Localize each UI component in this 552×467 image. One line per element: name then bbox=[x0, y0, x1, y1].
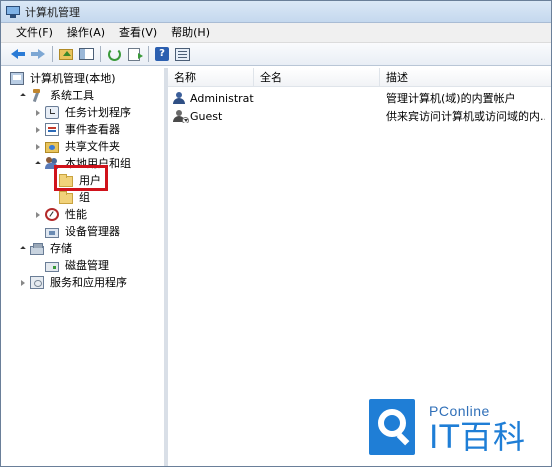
disk-management-icon bbox=[45, 261, 59, 272]
tree-item-storage[interactable]: 存储 bbox=[1, 240, 164, 257]
tree-item-label: 系统工具 bbox=[50, 89, 94, 102]
user-name: Guest bbox=[190, 109, 223, 123]
list-cell-description: 管理计算机(域)的内置帐户 bbox=[386, 92, 516, 105]
title-bar: 计算机管理 bbox=[1, 1, 551, 23]
tree-item-system-tools[interactable]: 系统工具 bbox=[1, 87, 164, 104]
export-list-button[interactable] bbox=[125, 46, 143, 63]
back-button[interactable] bbox=[9, 46, 27, 63]
task-scheduler-icon bbox=[45, 106, 59, 119]
device-manager-icon bbox=[45, 227, 59, 238]
tree-item-label: 磁盘管理 bbox=[65, 259, 109, 272]
forward-arrow-icon bbox=[31, 49, 45, 59]
list-header: 名称 全名 描述 bbox=[168, 67, 551, 87]
properties-icon bbox=[174, 47, 190, 61]
menu-file[interactable]: 文件(F) bbox=[9, 23, 60, 43]
tree-item-label: 事件查看器 bbox=[65, 123, 120, 136]
column-header-name[interactable]: 名称 bbox=[168, 67, 254, 87]
tree-item-label: 设备管理器 bbox=[65, 225, 120, 238]
collapse-arrow-icon[interactable] bbox=[18, 244, 28, 254]
expand-arrow-icon[interactable] bbox=[18, 278, 28, 288]
tree-item-disk-management[interactable]: 磁盘管理 bbox=[1, 257, 164, 274]
toolbar-separator bbox=[100, 46, 101, 62]
tree-item-label: 任务计划程序 bbox=[65, 106, 131, 119]
menu-action[interactable]: 操作(A) bbox=[60, 23, 112, 43]
export-list-icon bbox=[128, 47, 143, 61]
tree-item-label: 服务和应用程序 bbox=[50, 276, 127, 289]
list-cell-name: Administrat... bbox=[168, 91, 254, 105]
list-item[interactable]: Guest 供来宾访问计算机或访问域的内... bbox=[168, 107, 551, 125]
computer-management-window: 计算机管理 文件(F) 操作(A) 查看(V) 帮助(H) ? 计算机管理(本地… bbox=[0, 0, 552, 467]
tree-item-event-viewer[interactable]: 事件查看器 bbox=[1, 121, 164, 138]
refresh-icon bbox=[107, 47, 121, 61]
refresh-button[interactable] bbox=[105, 46, 123, 63]
storage-icon bbox=[30, 242, 44, 255]
toolbar-separator bbox=[148, 46, 149, 62]
list-item[interactable]: Administrat... 管理计算机(域)的内置帐户 bbox=[168, 89, 551, 107]
expand-arrow-icon[interactable] bbox=[33, 125, 43, 135]
folder-icon bbox=[59, 190, 73, 204]
tree-item-label: 存储 bbox=[50, 242, 72, 255]
tree-item-services-apps[interactable]: 服务和应用程序 bbox=[1, 274, 164, 291]
services-icon bbox=[30, 276, 44, 289]
computer-management-icon bbox=[6, 5, 20, 18]
shared-folder-icon bbox=[45, 141, 59, 153]
watermark-brand: PConline bbox=[429, 403, 490, 419]
performance-icon bbox=[45, 208, 59, 221]
watermark-name: IT百科 bbox=[429, 418, 526, 456]
column-header-description[interactable]: 描述 bbox=[380, 68, 549, 87]
toolbar-separator bbox=[52, 46, 53, 62]
show-hide-tree-button[interactable] bbox=[77, 46, 95, 63]
toolbar: ? bbox=[1, 43, 551, 66]
navigation-tree: 计算机管理(本地) 系统工具 任务计划程序 事件查看器 共享文件夹 本地用户和组… bbox=[1, 68, 168, 466]
tree-item-shared-folders[interactable]: 共享文件夹 bbox=[1, 138, 164, 155]
help-button[interactable]: ? bbox=[153, 46, 171, 63]
show-hide-tree-icon bbox=[78, 48, 94, 60]
tree-item-task-scheduler[interactable]: 任务计划程序 bbox=[1, 104, 164, 121]
search-logo-icon bbox=[369, 399, 421, 459]
expand-arrow-icon[interactable] bbox=[33, 108, 43, 118]
up-folder-icon bbox=[59, 48, 73, 60]
up-one-level-button[interactable] bbox=[57, 46, 75, 63]
tree-item-groups[interactable]: 组 bbox=[1, 189, 164, 206]
collapse-arrow-icon[interactable] bbox=[33, 159, 43, 169]
help-icon: ? bbox=[155, 47, 169, 61]
pconline-watermark: PConline IT百科 bbox=[357, 390, 551, 466]
back-arrow-icon bbox=[11, 49, 25, 59]
menu-bar: 文件(F) 操作(A) 查看(V) 帮助(H) bbox=[1, 23, 551, 43]
window-title: 计算机管理 bbox=[25, 5, 80, 19]
tree-item-performance[interactable]: 性能 bbox=[1, 206, 164, 223]
tools-icon bbox=[30, 89, 44, 102]
watermark-text: PConline IT百科 bbox=[429, 403, 526, 455]
user-name: Administrat... bbox=[190, 91, 254, 105]
collapse-arrow-icon[interactable] bbox=[18, 91, 28, 101]
tree-item-label: 组 bbox=[79, 191, 90, 204]
user-icon bbox=[173, 91, 187, 105]
list-cell-description: 供来宾访问计算机或访问域的内... bbox=[386, 110, 545, 123]
event-viewer-icon bbox=[45, 123, 59, 136]
tree-item-device-manager[interactable]: 设备管理器 bbox=[1, 223, 164, 240]
computer-management-icon bbox=[10, 72, 24, 85]
menu-view[interactable]: 查看(V) bbox=[112, 23, 164, 43]
expand-arrow-icon[interactable] bbox=[33, 210, 43, 220]
properties-button[interactable] bbox=[173, 46, 191, 63]
list-cell-name: Guest bbox=[168, 109, 254, 123]
disabled-user-icon bbox=[173, 109, 189, 123]
tree-item-root[interactable]: 计算机管理(本地) bbox=[1, 70, 164, 87]
tree-item-label: 性能 bbox=[65, 208, 87, 221]
forward-button[interactable] bbox=[29, 46, 47, 63]
tree-item-label: 共享文件夹 bbox=[65, 140, 120, 153]
column-header-full-name[interactable]: 全名 bbox=[254, 67, 380, 87]
menu-help[interactable]: 帮助(H) bbox=[164, 23, 217, 43]
users-highlight-box bbox=[54, 165, 108, 191]
expand-arrow-icon[interactable] bbox=[33, 142, 43, 152]
tree-item-label: 计算机管理(本地) bbox=[30, 72, 116, 85]
